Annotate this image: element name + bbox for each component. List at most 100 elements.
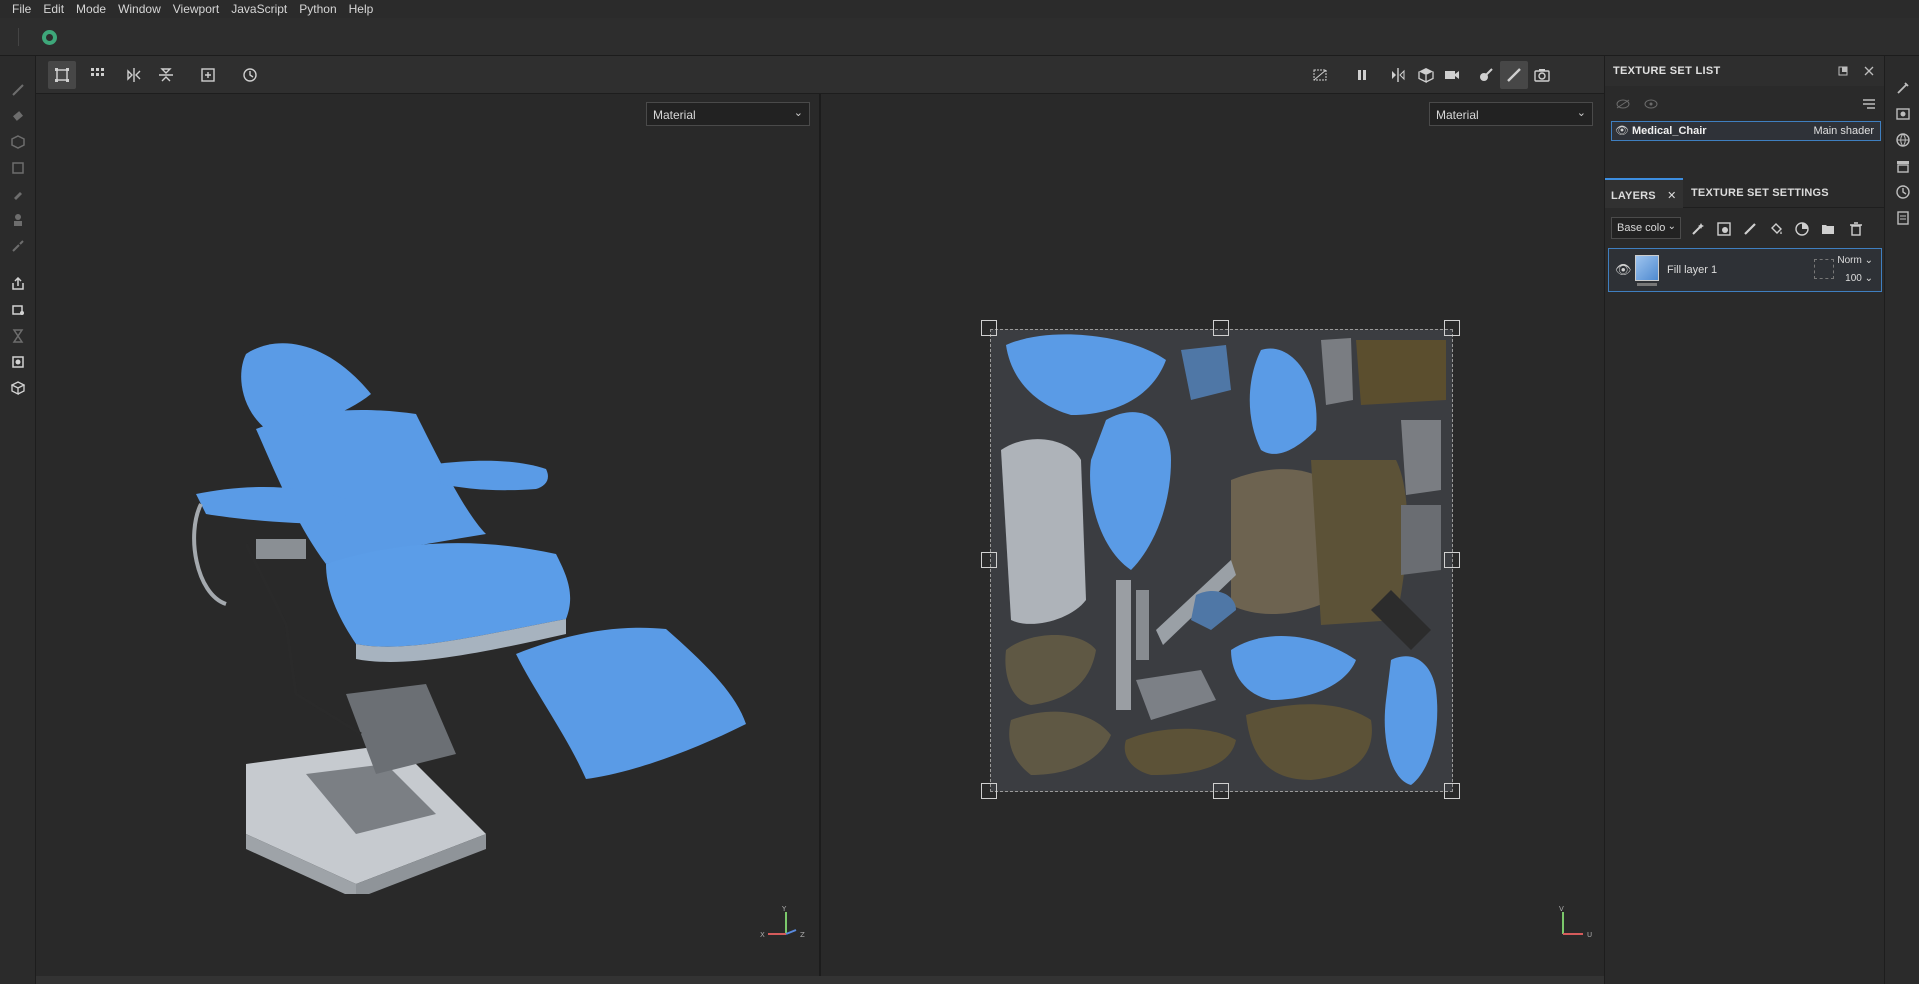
history-icon[interactable] — [236, 61, 264, 89]
bake-mode-icon[interactable] — [1472, 61, 1500, 89]
transform-handle-left[interactable] — [981, 552, 997, 568]
layers-tab-bar: LAYERS ✕ TEXTURE SET SETTINGS — [1605, 178, 1885, 208]
tab-texture-set-settings[interactable]: TEXTURE SET SETTINGS — [1685, 178, 1835, 208]
gizmo-u-label: U — [1587, 931, 1592, 939]
layers-toolbar: Base colo ⌄ — [1605, 209, 1885, 245]
tab-layers[interactable]: LAYERS ✕ — [1605, 178, 1683, 208]
layer-visibility-eye-icon[interactable]: 👁 — [1615, 262, 1632, 278]
texture-set-list-header: TEXTURE SET LIST — [1605, 56, 1885, 86]
right-dock-panel: TEXTURE SET LIST 👁 Medical_Chair Main sh… — [1604, 56, 1885, 984]
3d-cube-view-icon[interactable] — [1412, 61, 1440, 89]
transform-handle-top[interactable] — [1213, 320, 1229, 336]
uv-texture-frame[interactable] — [981, 320, 1460, 799]
environment-globe-icon[interactable] — [1893, 130, 1913, 150]
history-clock-icon[interactable] — [1893, 182, 1913, 202]
menu-help[interactable]: Help — [349, 2, 374, 16]
medical-chair-model — [192, 343, 746, 894]
pause-icon[interactable] — [1348, 61, 1376, 89]
selection-mode-icon[interactable] — [48, 61, 76, 89]
gizmo-x-label: X — [760, 931, 765, 939]
export-tool-icon[interactable] — [8, 274, 28, 294]
add-frame-icon[interactable] — [194, 61, 222, 89]
visibility-eye-icon[interactable]: 👁 — [1615, 124, 1629, 137]
screenshot-camera-icon[interactable] — [1528, 61, 1556, 89]
projection-tool-icon[interactable] — [8, 132, 28, 152]
transform-handle-right[interactable] — [1444, 552, 1460, 568]
bake-tool-icon[interactable] — [8, 300, 28, 320]
layer-blend-mode[interactable]: Norm ⌄ — [1837, 255, 1873, 266]
layer-thumbnail-bar — [1637, 283, 1657, 286]
menu-python[interactable]: Python — [299, 2, 336, 16]
far-right-tool-strip — [1884, 56, 1919, 984]
layer-thumbnail — [1635, 255, 1659, 281]
transform-handle-top-right[interactable] — [1444, 320, 1460, 336]
axis-gizmo-icon: Y X Z — [760, 905, 805, 939]
paint-mode-icon[interactable] — [1500, 61, 1528, 89]
left-tool-strip — [0, 56, 36, 984]
delete-layer-icon[interactable] — [1847, 220, 1865, 238]
3d-viewport[interactable]: Material ⌄ Y X Z — [36, 94, 819, 976]
shelf-archive-icon[interactable] — [1893, 156, 1913, 176]
hide-uv-icon[interactable] — [1306, 61, 1334, 89]
viewport-display-select[interactable]: Material ⌄ — [646, 102, 810, 126]
gizmo-y-label: Y — [781, 905, 787, 913]
mirror-horizontal-icon[interactable] — [120, 61, 148, 89]
add-fill-layer-icon[interactable] — [1767, 220, 1785, 238]
camera-icon[interactable] — [1438, 61, 1466, 89]
texture-set-row[interactable]: 👁 Medical_Chair Main shader — [1611, 121, 1881, 141]
paint-brush-tool-icon[interactable] — [8, 80, 28, 100]
grid-layout-icon[interactable] — [84, 61, 112, 89]
menu-file[interactable]: File — [12, 2, 31, 16]
status-strip — [36, 976, 1604, 984]
add-paint-layer-icon[interactable] — [1741, 220, 1759, 238]
chevron-down-icon: ⌄ — [793, 107, 803, 119]
transform-handle-bottom-right[interactable] — [1444, 783, 1460, 799]
app-logo-icon — [42, 30, 57, 45]
smudge-tool-icon[interactable] — [8, 210, 28, 230]
cube-icon[interactable] — [8, 378, 28, 398]
layer-row[interactable]: 👁 Fill layer 1 Norm ⌄ 100 ⌄ — [1608, 248, 1882, 292]
polygon-fill-tool-icon[interactable] — [8, 184, 28, 204]
layer-name[interactable]: Fill layer 1 — [1667, 264, 1717, 276]
display-settings-icon[interactable] — [8, 352, 28, 372]
add-mask-icon[interactable] — [1715, 220, 1733, 238]
menu-edit[interactable]: Edit — [43, 2, 64, 16]
show-all-icon[interactable] — [1641, 94, 1661, 114]
chevron-down-icon: ⌄ — [1576, 107, 1586, 119]
add-folder-icon[interactable] — [1819, 220, 1837, 238]
hide-all-icon[interactable] — [1613, 94, 1633, 114]
split-view-icon[interactable] — [1384, 61, 1412, 89]
viewport-display-select-2d[interactable]: Material ⌄ — [1429, 102, 1593, 126]
menu-mode[interactable]: Mode — [76, 2, 106, 16]
transform-handle-bottom-left[interactable] — [981, 783, 997, 799]
viewport-toolbar — [36, 56, 1604, 94]
layer-blend-mode-value: Norm — [1837, 255, 1862, 266]
gizmo-v-label: V — [1559, 905, 1564, 913]
channel-select[interactable]: Base colo ⌄ — [1611, 217, 1681, 239]
menu-window[interactable]: Window — [118, 2, 161, 16]
transform-handle-top-left[interactable] — [981, 320, 997, 336]
display-settings-panel-icon[interactable] — [1893, 104, 1913, 124]
uv-island-texture — [991, 330, 1452, 791]
clone-tool-icon[interactable] — [8, 236, 28, 256]
undock-icon[interactable] — [1833, 61, 1853, 81]
log-document-icon[interactable] — [1893, 208, 1913, 228]
chevron-down-icon: ⌄ — [1667, 221, 1676, 232]
transform-handle-bottom[interactable] — [1213, 783, 1229, 799]
texture-set-shader[interactable]: Main shader — [1813, 125, 1874, 137]
menu-viewport[interactable]: Viewport — [173, 2, 219, 16]
add-effect-icon[interactable] — [1689, 220, 1707, 238]
layer-mask-slot[interactable] — [1814, 259, 1834, 279]
close-panel-icon[interactable] — [1859, 61, 1879, 81]
menu-javascript[interactable]: JavaScript — [231, 2, 287, 16]
app-header-bar — [0, 18, 1919, 56]
layer-opacity[interactable]: 100 ⌄ — [1845, 273, 1873, 284]
close-tab-icon[interactable]: ✕ — [1667, 190, 1676, 202]
geometry-decal-tool-icon[interactable] — [8, 158, 28, 178]
list-menu-icon[interactable] — [1859, 94, 1879, 114]
eraser-tool-icon[interactable] — [8, 106, 28, 126]
add-smart-material-icon[interactable] — [1793, 220, 1811, 238]
mirror-vertical-icon[interactable] — [152, 61, 180, 89]
brush-properties-icon[interactable] — [1893, 78, 1913, 98]
hourglass-icon[interactable] — [8, 326, 28, 346]
